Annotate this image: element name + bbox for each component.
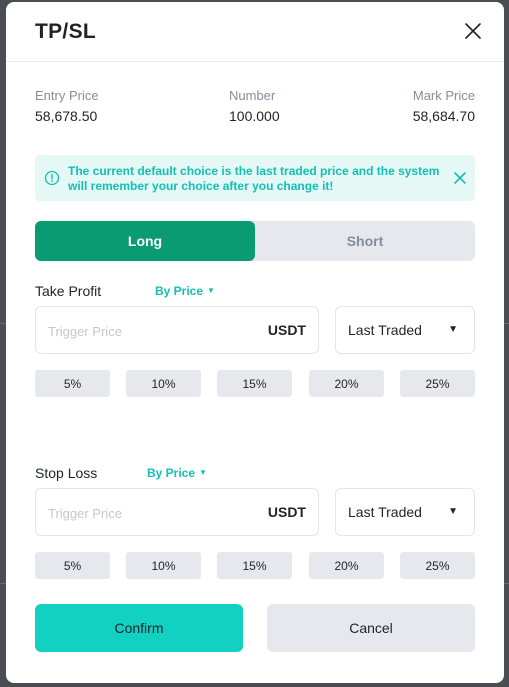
notice-close-button[interactable] (452, 170, 468, 186)
stop-loss-price-type-value: Last Traded (348, 504, 422, 520)
mark-price-value: 58,684.70 (412, 108, 475, 124)
take-profit-mode-dropdown[interactable]: By Price ▼ (155, 284, 215, 298)
stop-loss-pct-5[interactable]: 5% (35, 552, 110, 579)
side-toggle: Long Short (35, 221, 475, 261)
take-profit-pct-10[interactable]: 10% (126, 370, 201, 397)
notice-banner: The current default choice is the last t… (35, 155, 475, 201)
caret-down-icon: ▼ (448, 506, 458, 517)
number-value: 100.000 (229, 108, 280, 124)
take-profit-pct-20[interactable]: 20% (309, 370, 384, 397)
take-profit-percent-row: 5% 10% 15% 20% 25% (35, 370, 475, 397)
take-profit-mode-label: By Price (155, 284, 204, 298)
modal-title: TP/SL (35, 20, 97, 43)
stop-loss-price-field[interactable]: USDT (35, 488, 319, 536)
close-icon (454, 172, 466, 184)
confirm-button[interactable]: Confirm (35, 604, 243, 652)
caret-down-icon: ▼ (199, 468, 207, 477)
info-circle-icon (44, 170, 60, 186)
take-profit-unit: USDT (267, 322, 306, 338)
long-tab[interactable]: Long (35, 221, 255, 261)
stop-loss-pct-10[interactable]: 10% (126, 552, 201, 579)
take-profit-price-type-select[interactable]: Last Traded ▼ (335, 306, 475, 354)
mark-price-info: Mark Price 58,684.70 (413, 88, 475, 124)
take-profit-label: Take Profit (35, 283, 102, 299)
stop-loss-price-input[interactable] (48, 503, 248, 523)
short-tab[interactable]: Short (255, 221, 475, 261)
modal-header: TP/SL (6, 2, 504, 62)
stop-loss-percent-row: 5% 10% 15% 20% 25% (35, 552, 475, 579)
stop-loss-unit: USDT (267, 504, 306, 520)
stop-loss-label: Stop Loss (35, 465, 98, 481)
stop-loss-mode-dropdown[interactable]: By Price ▼ (147, 466, 207, 480)
tpsl-modal: TP/SL Entry Price 58,678.50 Number 100.0… (6, 2, 504, 683)
entry-price-info: Entry Price 58,678.50 (35, 88, 99, 124)
close-button[interactable] (462, 20, 484, 42)
entry-price-label: Entry Price (35, 88, 99, 103)
take-profit-pct-15[interactable]: 15% (217, 370, 292, 397)
cancel-button[interactable]: Cancel (267, 604, 475, 652)
stop-loss-mode-label: By Price (147, 466, 196, 480)
stop-loss-pct-25[interactable]: 25% (400, 552, 475, 579)
stop-loss-pct-20[interactable]: 20% (309, 552, 384, 579)
take-profit-price-field[interactable]: USDT (35, 306, 319, 354)
mark-price-label: Mark Price (412, 88, 475, 103)
take-profit-pct-5[interactable]: 5% (35, 370, 110, 397)
take-profit-pct-25[interactable]: 25% (400, 370, 475, 397)
take-profit-price-input[interactable] (48, 321, 248, 341)
notice-text: The current default choice is the last t… (68, 164, 440, 193)
number-label: Number (229, 88, 276, 103)
take-profit-price-type-value: Last Traded (348, 322, 422, 338)
number-info: Number 100.000 (229, 88, 280, 124)
stop-loss-price-type-select[interactable]: Last Traded ▼ (335, 488, 475, 536)
stop-loss-pct-15[interactable]: 15% (217, 552, 292, 579)
caret-down-icon: ▼ (207, 286, 215, 295)
caret-down-icon: ▼ (448, 324, 458, 335)
close-icon (465, 23, 481, 39)
entry-price-value: 58,678.50 (35, 108, 98, 124)
